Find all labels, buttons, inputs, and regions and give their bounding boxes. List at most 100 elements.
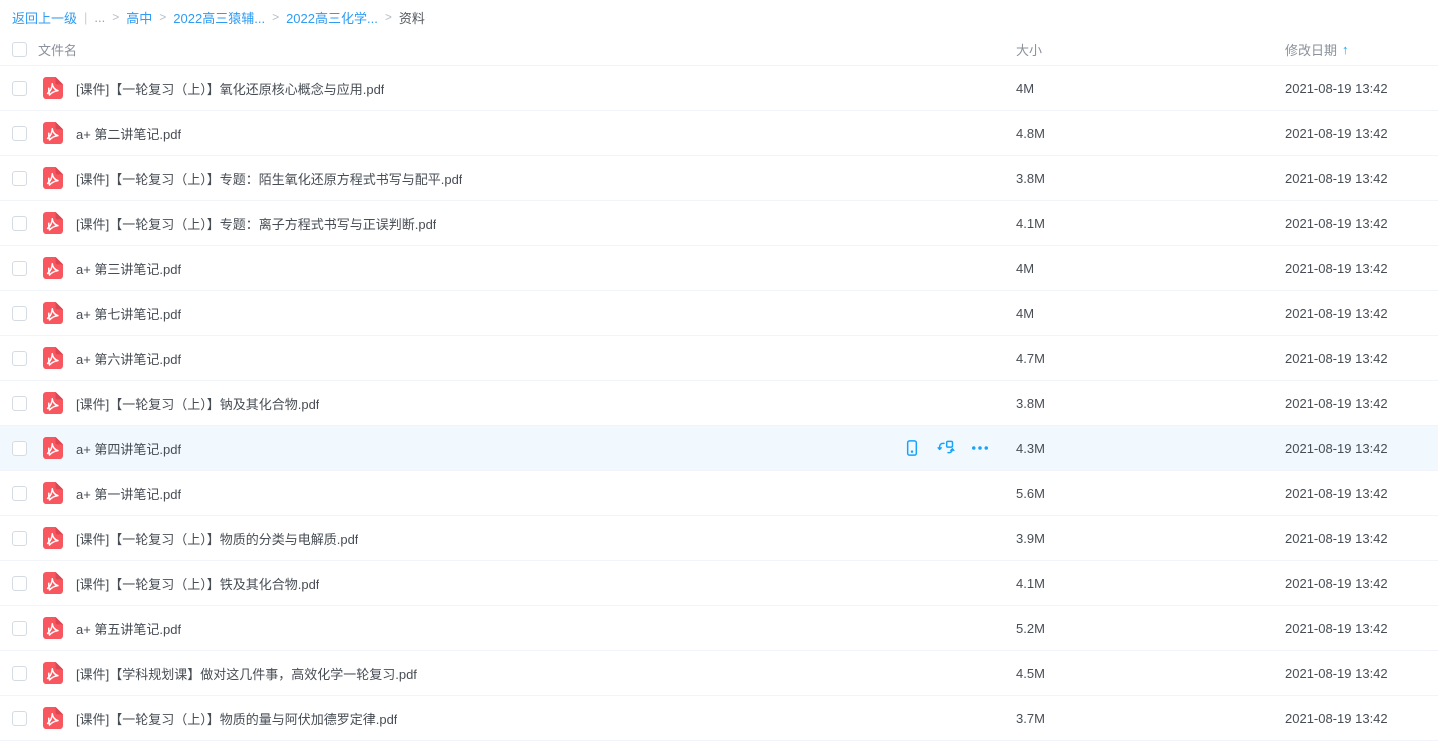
file-size: 4M — [1016, 81, 1285, 96]
file-row[interactable]: a+ 第五讲笔记.pdf — [0, 606, 1438, 651]
more-actions-icon[interactable] — [970, 438, 990, 458]
file-name[interactable]: [课件]【一轮复习（上）】铁及其化合物.pdf — [76, 574, 319, 593]
pdf-file-icon — [40, 616, 64, 640]
file-name[interactable]: a+ 第四讲笔记.pdf — [76, 439, 181, 458]
file-size: 4.1M — [1016, 576, 1285, 591]
row-checkbox[interactable] — [12, 216, 27, 231]
file-name[interactable]: a+ 第二讲笔记.pdf — [76, 124, 181, 143]
pdf-file-icon — [40, 661, 64, 685]
file-name-cell: a+ 第五讲笔记.pdf — [76, 619, 1016, 638]
pdf-file-icon — [40, 706, 64, 730]
row-checkbox[interactable] — [12, 531, 27, 546]
row-checkbox[interactable] — [12, 576, 27, 591]
file-row[interactable]: a+ 第七讲笔记.pdf — [0, 291, 1438, 336]
row-checkbox[interactable] — [12, 351, 27, 366]
file-table-header: 文件名 大小 修改日期 ↑ — [0, 34, 1438, 66]
row-checkbox[interactable] — [12, 666, 27, 681]
breadcrumb-link[interactable]: 2022高三猿辅... — [173, 8, 265, 27]
pdf-file-icon — [40, 211, 64, 235]
file-name[interactable]: [课件]【一轮复习（上）】氧化还原核心概念与应用.pdf — [76, 79, 384, 98]
breadcrumb-link[interactable]: 2022高三化学... — [286, 8, 378, 27]
mobile-preview-icon[interactable] — [902, 438, 922, 458]
row-hover-actions — [902, 438, 990, 458]
file-row[interactable]: [课件]【一轮复习（上）】氧化还原核心概念与应用.pdf — [0, 66, 1438, 111]
file-size: 5.2M — [1016, 621, 1285, 636]
file-row[interactable]: [课件]【一轮复习（上）】专题：陌生氧化还原方程式书写与配平.pdf — [0, 156, 1438, 201]
row-checkbox[interactable] — [12, 441, 27, 456]
file-modified-date: 2021-08-19 13:42 — [1285, 711, 1438, 726]
file-modified-date: 2021-08-19 13:42 — [1285, 621, 1438, 636]
pdf-file-icon — [40, 481, 64, 505]
breadcrumb-collapsed-ellipsis[interactable]: ... — [94, 10, 105, 25]
file-name[interactable]: [课件]【一轮复习（上）】物质的分类与电解质.pdf — [76, 529, 358, 548]
row-checkbox[interactable] — [12, 486, 27, 501]
row-checkbox[interactable] — [12, 396, 27, 411]
file-row[interactable]: [课件]【一轮复习（上）】钠及其化合物.pdf — [0, 381, 1438, 426]
file-modified-date: 2021-08-19 13:42 — [1285, 126, 1438, 141]
pdf-file-icon — [40, 166, 64, 190]
column-header-filename: 文件名 — [38, 40, 77, 59]
breadcrumb-separator: > — [385, 10, 392, 24]
file-row[interactable]: a+ 第二讲笔记.pdf — [0, 111, 1438, 156]
sort-ascending-arrow-icon: ↑ — [1342, 42, 1349, 57]
file-size: 4M — [1016, 306, 1285, 321]
file-row[interactable]: [课件]【学科规划课】做对这几件事，高效化学一轮复习.pdf — [0, 651, 1438, 696]
file-name[interactable]: a+ 第七讲笔记.pdf — [76, 304, 181, 323]
file-row[interactable]: a+ 第一讲笔记.pdf — [0, 471, 1438, 516]
file-row[interactable]: a+ 第六讲笔记.pdf — [0, 336, 1438, 381]
row-checkbox[interactable] — [12, 306, 27, 321]
file-name-cell: a+ 第四讲笔记.pdf — [76, 438, 1016, 458]
row-checkbox[interactable] — [12, 621, 27, 636]
file-name[interactable]: a+ 第一讲笔记.pdf — [76, 484, 181, 503]
file-name[interactable]: a+ 第三讲笔记.pdf — [76, 259, 181, 278]
file-name[interactable]: a+ 第六讲笔记.pdf — [76, 349, 181, 368]
save-transfer-icon[interactable] — [936, 438, 956, 458]
file-row[interactable]: [课件]【一轮复习（上）】物质的量与阿伏加德罗定律.pdf — [0, 696, 1438, 741]
file-row[interactable]: [课件]【一轮复习（上）】专题：离子方程式书写与正误判断.pdf — [0, 201, 1438, 246]
row-checkbox[interactable] — [12, 126, 27, 141]
file-name[interactable]: [课件]【学科规划课】做对这几件事，高效化学一轮复习.pdf — [76, 664, 417, 683]
file-row[interactable]: [课件]【一轮复习（上）】物质的分类与电解质.pdf — [0, 516, 1438, 561]
file-name[interactable]: a+ 第五讲笔记.pdf — [76, 619, 181, 638]
column-header-date[interactable]: 修改日期 ↑ — [1285, 40, 1438, 59]
file-name[interactable]: [课件]【一轮复习（上）】专题：离子方程式书写与正误判断.pdf — [76, 214, 436, 233]
breadcrumb-separator: > — [272, 10, 279, 24]
file-name-cell: [课件]【一轮复习（上）】钠及其化合物.pdf — [76, 394, 1016, 413]
file-modified-date: 2021-08-19 13:42 — [1285, 576, 1438, 591]
pdf-file-icon — [40, 256, 64, 280]
breadcrumb-trail: >高中>2022高三猿辅...>2022高三化学...>资料 — [105, 8, 425, 27]
file-modified-date: 2021-08-19 13:42 — [1285, 306, 1438, 321]
breadcrumb-separator: > — [112, 10, 119, 24]
file-size: 4.5M — [1016, 666, 1285, 681]
file-modified-date: 2021-08-19 13:42 — [1285, 216, 1438, 231]
file-modified-date: 2021-08-19 13:42 — [1285, 531, 1438, 546]
row-checkbox[interactable] — [12, 171, 27, 186]
file-row[interactable]: a+ 第四讲笔记.pdf — [0, 426, 1438, 471]
file-name-cell: [课件]【一轮复习（上）】专题：离子方程式书写与正误判断.pdf — [76, 214, 1016, 233]
pdf-file-icon — [40, 76, 64, 100]
file-modified-date: 2021-08-19 13:42 — [1285, 396, 1438, 411]
row-checkbox[interactable] — [12, 81, 27, 96]
select-all-checkbox[interactable] — [12, 42, 27, 57]
file-name[interactable]: [课件]【一轮复习（上）】专题：陌生氧化还原方程式书写与配平.pdf — [76, 169, 462, 188]
file-modified-date: 2021-08-19 13:42 — [1285, 351, 1438, 366]
back-to-parent-link[interactable]: 返回上一级 — [12, 8, 77, 27]
file-row[interactable]: a+ 第三讲笔记.pdf — [0, 246, 1438, 291]
row-checkbox[interactable] — [12, 711, 27, 726]
file-name-cell: a+ 第三讲笔记.pdf — [76, 259, 1016, 278]
file-name-cell: [课件]【一轮复习（上）】物质的量与阿伏加德罗定律.pdf — [76, 709, 1016, 728]
file-name-cell: [课件]【一轮复习（上）】专题：陌生氧化还原方程式书写与配平.pdf — [76, 169, 1016, 188]
breadcrumb-link[interactable]: 高中 — [126, 8, 152, 27]
breadcrumb-current: 资料 — [399, 8, 425, 27]
file-size: 4.3M — [1016, 441, 1285, 456]
file-name[interactable]: [课件]【一轮复习（上）】物质的量与阿伏加德罗定律.pdf — [76, 709, 397, 728]
file-row[interactable]: [课件]【一轮复习（上）】铁及其化合物.pdf — [0, 561, 1438, 606]
file-name[interactable]: [课件]【一轮复习（上）】钠及其化合物.pdf — [76, 394, 319, 413]
file-name-cell: [课件]【一轮复习（上）】氧化还原核心概念与应用.pdf — [76, 79, 1016, 98]
file-size: 5.6M — [1016, 486, 1285, 501]
file-modified-date: 2021-08-19 13:42 — [1285, 171, 1438, 186]
pdf-file-icon — [40, 301, 64, 325]
file-size: 3.8M — [1016, 171, 1285, 186]
file-name-cell: a+ 第六讲笔记.pdf — [76, 349, 1016, 368]
row-checkbox[interactable] — [12, 261, 27, 276]
